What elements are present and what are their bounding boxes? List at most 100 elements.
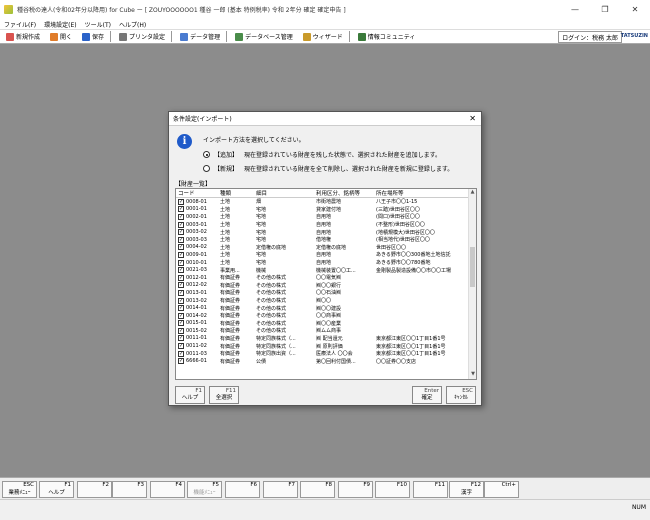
row-checkbox[interactable]: ✓ bbox=[176, 267, 186, 274]
fkey-f8[interactable]: F8 bbox=[300, 481, 335, 498]
row-checkbox[interactable]: ✓ bbox=[176, 198, 186, 205]
scroll-thumb[interactable] bbox=[470, 247, 475, 287]
wizard-button[interactable]: ウィザード bbox=[299, 30, 347, 43]
checkbox-checked-icon[interactable]: ✓ bbox=[178, 312, 184, 319]
row-checkbox[interactable]: ✓ bbox=[176, 343, 186, 350]
help-button[interactable]: F1 ヘルプ bbox=[175, 386, 205, 404]
checkbox-checked-icon[interactable]: ✓ bbox=[178, 267, 184, 274]
checkbox-checked-icon[interactable]: ✓ bbox=[178, 297, 184, 304]
column-detail[interactable]: 細目 bbox=[256, 189, 316, 197]
fkey-f12[interactable]: F12 漢字 bbox=[449, 481, 484, 498]
table-row[interactable]: ✓ 0015-02 有価証券 その他の株式 ㈱ムム商事 bbox=[176, 327, 476, 335]
minimize-button[interactable]: — bbox=[560, 0, 590, 19]
column-location[interactable]: 所在場所等 bbox=[376, 189, 468, 197]
table-row[interactable]: ✓ 6666-01 有価証券 公債 第〇回利付国債... 〇〇証券〇〇支店 bbox=[176, 357, 476, 365]
confirm-button[interactable]: Enter 確定 bbox=[412, 386, 442, 404]
checkbox-checked-icon[interactable]: ✓ bbox=[178, 282, 184, 289]
row-checkbox[interactable]: ✓ bbox=[176, 274, 186, 281]
checkbox-checked-icon[interactable]: ✓ bbox=[178, 320, 184, 327]
table-row[interactable]: ✓ 0003-02 土地 宅地 自用地 (地積規模大)世田谷区〇〇 bbox=[176, 228, 476, 236]
row-checkbox[interactable]: ✓ bbox=[176, 282, 186, 289]
row-checkbox[interactable]: ✓ bbox=[176, 320, 186, 327]
row-checkbox[interactable]: ✓ bbox=[176, 259, 186, 266]
row-checkbox[interactable]: ✓ bbox=[176, 305, 186, 312]
checkbox-checked-icon[interactable]: ✓ bbox=[178, 229, 184, 236]
row-checkbox[interactable]: ✓ bbox=[176, 335, 186, 342]
select-all-button[interactable]: F11 全選択 bbox=[209, 386, 239, 404]
fkey-f4[interactable]: F4 bbox=[150, 481, 185, 498]
restore-button[interactable]: ❐ bbox=[590, 0, 620, 19]
table-row[interactable]: ✓ 0004-02 土地 定借権の底地 定借権の底地 世田谷区〇〇 bbox=[176, 244, 476, 252]
table-row[interactable]: ✓ 0012-01 有価証券 その他の株式 〇〇電気㈱ bbox=[176, 274, 476, 282]
checkbox-checked-icon[interactable]: ✓ bbox=[178, 259, 184, 266]
row-checkbox[interactable]: ✓ bbox=[176, 251, 186, 258]
table-row[interactable]: ✓ 0013-02 有価証券 その他の株式 ㈱〇〇 bbox=[176, 297, 476, 305]
checkbox-checked-icon[interactable]: ✓ bbox=[178, 206, 184, 213]
table-row[interactable]: ✓ 0001-01 土地 宅地 貸家建付地 (三踏)世田谷区〇〇 bbox=[176, 206, 476, 214]
checkbox-checked-icon[interactable]: ✓ bbox=[178, 236, 184, 243]
new-button[interactable]: 新規作成 bbox=[2, 30, 44, 43]
property-list[interactable]: コード 種類 細目 利用区分、銘柄等 所在場所等 ✓ 0008-01 土地畑市街地農… bbox=[175, 188, 477, 380]
scroll-down-icon[interactable]: ▼ bbox=[469, 371, 476, 379]
table-row[interactable]: ✓ 0014-02 有価証券 その他の株式 〇〇商事㈱ bbox=[176, 312, 476, 320]
checkbox-checked-icon[interactable]: ✓ bbox=[178, 350, 184, 357]
row-checkbox[interactable]: ✓ bbox=[176, 229, 186, 236]
menu-help[interactable]: ヘルプ(H) bbox=[119, 20, 146, 29]
column-kind[interactable]: 種類 bbox=[220, 189, 256, 197]
row-checkbox[interactable]: ✓ bbox=[176, 312, 186, 319]
column-code[interactable]: コード bbox=[176, 189, 220, 197]
checkbox-checked-icon[interactable]: ✓ bbox=[178, 213, 184, 220]
table-row[interactable]: ✓ 0014-01 有価証券 その他の株式 ㈱〇〇建設 bbox=[176, 304, 476, 312]
table-row[interactable]: ✓ 0002-01 土地 宅地 自用地 (間口)世田谷区〇〇 bbox=[176, 213, 476, 221]
checkbox-checked-icon[interactable]: ✓ bbox=[178, 335, 184, 342]
checkbox-checked-icon[interactable]: ✓ bbox=[178, 343, 184, 350]
column-usage[interactable]: 利用区分、銘柄等 bbox=[316, 189, 376, 197]
row-checkbox[interactable]: ✓ bbox=[176, 327, 186, 334]
checkbox-checked-icon[interactable]: ✓ bbox=[178, 274, 184, 281]
fkey-f3[interactable]: F3 bbox=[112, 481, 147, 498]
table-row[interactable]: ✓ 0011-02 有価証券 特定同族株式（... ㈱ 原則評価 東京都江東区〇〇1丁目1… bbox=[176, 342, 476, 350]
save-button[interactable]: 保存 bbox=[78, 30, 108, 43]
cancel-button[interactable]: ESC ｷｬﾝｾﾙ bbox=[446, 386, 476, 404]
table-row[interactable]: ✓ 0012-02 有価証券 その他の株式 ㈱〇〇銀行 bbox=[176, 282, 476, 290]
fkey-f1[interactable]: F1 ヘルプ bbox=[39, 481, 74, 498]
row-checkbox[interactable]: ✓ bbox=[176, 358, 186, 365]
radio-button[interactable] bbox=[203, 165, 210, 172]
menu-tools[interactable]: ツール(T) bbox=[85, 20, 111, 29]
scroll-up-icon[interactable]: ▲ bbox=[469, 189, 476, 197]
data-management-button[interactable]: データ管理 bbox=[176, 30, 224, 43]
radio-button[interactable] bbox=[203, 151, 210, 158]
fkey-f11[interactable]: F11 bbox=[413, 481, 448, 498]
checkbox-checked-icon[interactable]: ✓ bbox=[178, 221, 184, 228]
fkey-f2[interactable]: F2 bbox=[77, 481, 112, 498]
database-management-button[interactable]: データベース管理 bbox=[231, 30, 297, 43]
row-checkbox[interactable]: ✓ bbox=[176, 236, 186, 243]
fkey-f6[interactable]: F6 bbox=[225, 481, 260, 498]
menu-file[interactable]: ファイル(F) bbox=[4, 20, 36, 29]
fkey-f5[interactable]: F5 機能ﾒﾆｭｰ bbox=[187, 481, 222, 498]
checkbox-checked-icon[interactable]: ✓ bbox=[178, 244, 184, 251]
list-scrollbar[interactable]: ▲ ▼ bbox=[468, 189, 476, 379]
row-checkbox[interactable]: ✓ bbox=[176, 206, 186, 213]
fkey-f7[interactable]: F7 bbox=[263, 481, 298, 498]
row-checkbox[interactable]: ✓ bbox=[176, 221, 186, 228]
row-checkbox[interactable]: ✓ bbox=[176, 350, 186, 357]
open-button[interactable]: 開く bbox=[46, 30, 76, 43]
radio-option-add[interactable]: 【追加】 現在登録されている財産を残した状態で、選択された財産を追加します。 bbox=[203, 150, 441, 159]
table-row[interactable]: ✓ 0021-03 事業用... 機械 機械装置〇〇工... 金剛製品製造設備〇〇市〇〇工… bbox=[176, 266, 476, 274]
table-row[interactable]: ✓ 0013-01 有価証券 その他の株式 〇〇石油㈱ bbox=[176, 289, 476, 297]
radio-option-new[interactable]: 【新規】 現在登録されている財産を全て削除し、選択された財産を新規に登録します。 bbox=[203, 164, 453, 173]
printer-settings-button[interactable]: プリンタ設定 bbox=[115, 30, 169, 43]
fkey-esc[interactable]: ESC 業務ﾒﾆｭｰ bbox=[2, 481, 37, 498]
table-row[interactable]: ✓ 0010-01 土地 宅地 自用地 あきる野市〇〇780番地 bbox=[176, 259, 476, 267]
checkbox-checked-icon[interactable]: ✓ bbox=[178, 251, 184, 258]
fkey-f10[interactable]: F10 bbox=[375, 481, 410, 498]
info-community-button[interactable]: 情報コミュニティ bbox=[354, 30, 420, 43]
checkbox-checked-icon[interactable]: ✓ bbox=[178, 358, 184, 365]
checkbox-checked-icon[interactable]: ✓ bbox=[178, 305, 184, 312]
fkey-f9[interactable]: F9 bbox=[338, 481, 373, 498]
table-row[interactable]: ✓ 0011-01 有価証券 特定同族株式（... ㈱ 配当還元 東京都江東区〇〇1丁目1… bbox=[176, 335, 476, 343]
row-checkbox[interactable]: ✓ bbox=[176, 213, 186, 220]
menu-settings[interactable]: 環境設定(E) bbox=[44, 20, 76, 29]
table-row[interactable]: ✓ 0015-01 有価証券 その他の株式 ㈱〇〇産業 bbox=[176, 320, 476, 328]
